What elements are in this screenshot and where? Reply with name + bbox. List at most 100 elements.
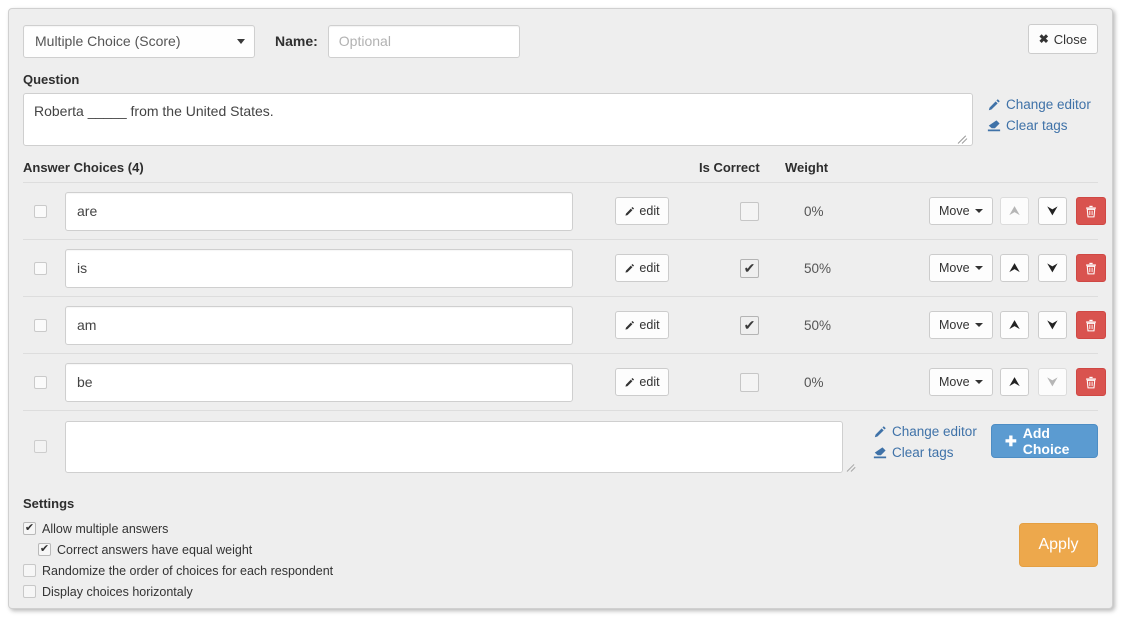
weight-value: 0% [804,374,824,390]
choice-edit-button[interactable]: edit [615,368,669,396]
question-editor-panel: Multiple Choice (Score) Name: ✖ Close Qu… [8,8,1113,609]
delete-choice-button[interactable] [1076,197,1106,225]
choice-text-input[interactable] [65,248,573,288]
question-clear-tags-label: Clear tags [1006,118,1068,133]
move-down-button[interactable]: ⮟ [1038,368,1067,396]
col-header-is-correct: Is Correct [699,160,760,175]
move-dropdown-label: Move [939,204,970,218]
choice-select-checkbox[interactable] [34,204,47,218]
setting-option[interactable]: ✔ Randomize the order of choices for each… [23,560,1098,581]
answer-choices-list: edit ✔ 0% Move ⮝ ⮟ edit ✔ 50% Move ⮝ ⮟ edit ✔ 50% Move ⮝… [23,182,1106,410]
choice-edit-button[interactable]: edit [615,311,669,339]
delete-choice-button[interactable] [1076,368,1106,396]
move-dropdown[interactable]: Move [929,368,993,396]
question-change-editor-link[interactable]: Change editor [987,95,1091,114]
arrow-up-icon: ⮝ [1008,260,1021,276]
arrow-down-icon: ⮟ [1046,203,1059,219]
question-change-editor-label: Change editor [1006,97,1091,112]
new-choice-change-editor-label: Change editor [892,424,977,439]
new-choice-clear-tags-link[interactable]: Clear tags [873,443,977,462]
choice-select-checkbox[interactable] [34,375,47,389]
setting-option[interactable]: ✔ Display choices horizontaly [23,581,1098,602]
question-section-label: Question [23,72,80,87]
choice-edit-label: edit [639,261,660,275]
move-down-button[interactable]: ⮟ [1038,311,1067,339]
plus-icon: ✚ [1005,433,1017,449]
question-textarea[interactable] [23,93,973,146]
choice-select-checkbox[interactable] [34,261,47,275]
move-up-button[interactable]: ⮝ [1000,311,1029,339]
table-row: edit ✔ 0% Move ⮝ ⮟ [23,353,1106,410]
move-dropdown[interactable]: Move [929,197,993,225]
arrow-up-icon: ⮝ [1008,374,1021,390]
arrow-down-icon: ⮟ [1046,260,1059,276]
settings-list: ✔ Allow multiple answers ✔ Correct answers … [23,518,1098,602]
move-up-button[interactable]: ⮝ [1000,368,1029,396]
choice-edit-button[interactable]: edit [615,254,669,282]
move-dropdown-label: Move [939,375,970,389]
new-choice-clear-tags-label: Clear tags [892,445,954,460]
pencil-icon [625,206,635,216]
chevron-down-icon [974,266,983,270]
setting-checkbox[interactable]: ✔ [23,522,36,535]
pencil-icon [625,377,635,387]
is-correct-checkbox[interactable]: ✔ [740,258,759,278]
col-header-weight: Weight [785,160,829,175]
choice-edit-label: edit [639,375,660,389]
answer-choices-header: Answer Choices (4) Is Correct Weight [23,160,1098,182]
add-choice-label: Add Choice [1022,425,1070,457]
arrow-up-icon: ⮝ [1008,203,1021,219]
new-choice-textarea[interactable] [65,420,843,473]
move-down-button[interactable]: ⮟ [1038,254,1067,282]
chevron-down-icon [974,380,983,384]
screenshot-root: Multiple Choice (Score) Name: ✖ Close Qu… [0,0,1123,621]
question-clear-tags-link[interactable]: Clear tags [987,116,1091,135]
weight-value: 0% [804,203,824,219]
resize-handle-icon [846,461,858,472]
close-button[interactable]: ✖ Close [1027,24,1098,54]
choice-select-checkbox[interactable] [34,318,47,332]
delete-choice-button[interactable] [1076,311,1106,339]
name-input[interactable] [327,24,520,58]
trash-icon [1086,376,1096,388]
delete-choice-button[interactable] [1076,254,1106,282]
choice-edit-label: edit [639,204,660,218]
table-row: edit ✔ 0% Move ⮝ ⮟ [23,182,1106,239]
setting-checkbox[interactable]: ✔ [23,585,36,598]
choice-edit-label: edit [639,318,660,332]
setting-option[interactable]: ✔ Correct answers have equal weight [38,539,1098,560]
is-correct-checkbox[interactable]: ✔ [740,372,759,392]
choice-text-input[interactable] [65,191,573,231]
apply-button[interactable]: Apply [1019,523,1098,567]
move-up-button[interactable]: ⮝ [1000,197,1029,225]
settings-title: Settings [23,496,75,511]
weight-value: 50% [804,317,832,333]
pencil-icon [988,98,1000,110]
setting-checkbox[interactable]: ✔ [23,564,36,577]
choice-text-input[interactable] [65,362,573,402]
move-dropdown[interactable]: Move [929,311,993,339]
choice-text-input[interactable] [65,305,573,345]
new-choice-change-editor-link[interactable]: Change editor [873,422,977,441]
weight-value: 50% [804,260,832,276]
question-type-select[interactable]: Multiple Choice (Score) [23,24,255,58]
move-down-button[interactable]: ⮟ [1038,197,1067,225]
eraser-icon [873,446,887,458]
question-editor-links: Change editor Clear tags [987,93,1091,135]
choice-edit-button[interactable]: edit [615,197,669,225]
setting-checkbox[interactable]: ✔ [38,543,51,556]
name-label: Name: [275,33,318,49]
new-choice-select-checkbox[interactable] [34,440,47,453]
is-correct-checkbox[interactable]: ✔ [740,315,759,335]
move-up-button[interactable]: ⮝ [1000,254,1029,282]
move-dropdown[interactable]: Move [929,254,993,282]
chevron-down-icon [974,209,983,213]
is-correct-checkbox[interactable]: ✔ [740,201,759,221]
question-row: Change editor Clear tags [23,93,1098,146]
move-dropdown-label: Move [939,261,970,275]
setting-option[interactable]: ✔ Allow multiple answers [23,518,1098,539]
table-row: edit ✔ 50% Move ⮝ ⮟ [23,296,1106,353]
new-choice-row: Change editor Clear tags ✚ Add Choice [23,410,1098,482]
new-choice-editor-links: Change editor Clear tags [873,422,977,462]
add-choice-button[interactable]: ✚ Add Choice [991,424,1098,458]
